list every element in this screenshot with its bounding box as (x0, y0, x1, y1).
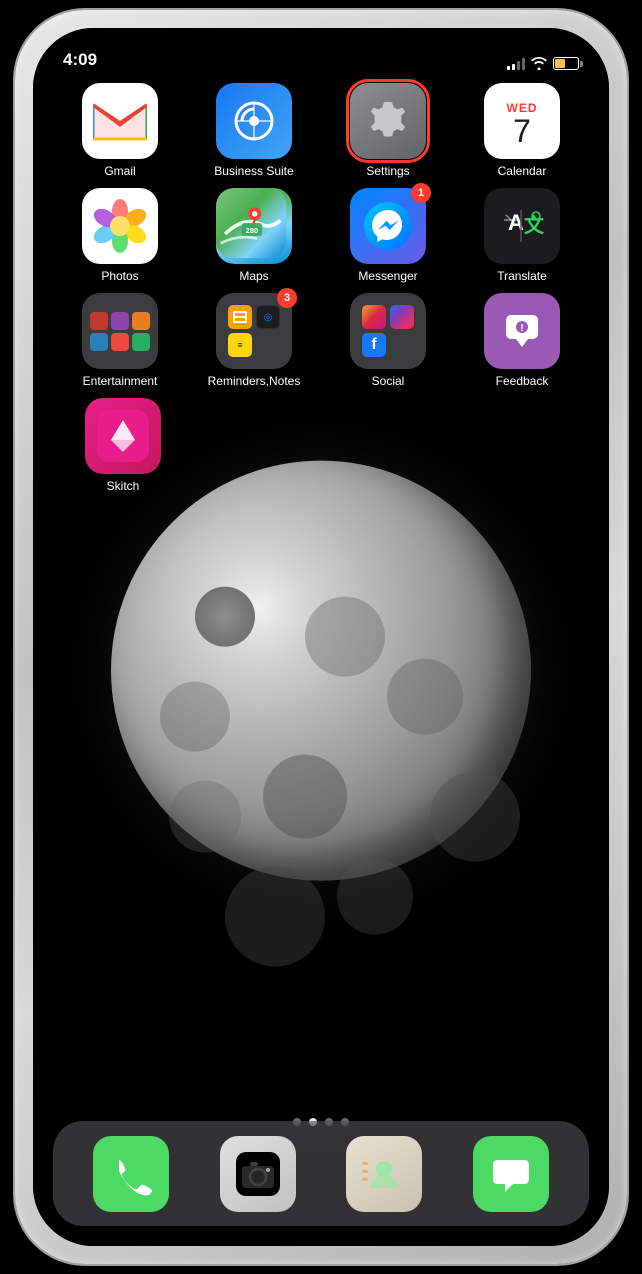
app-row-4: Skitch (53, 398, 589, 493)
dock-item-contacts[interactable] (346, 1136, 422, 1212)
dock (53, 1121, 589, 1226)
app-item-translate[interactable]: A 文 Translate (462, 188, 582, 283)
app-item-settings[interactable]: Settings (328, 83, 448, 178)
notch (241, 28, 401, 56)
calendar-day-num: 7 (513, 115, 531, 147)
wifi-icon (531, 57, 547, 70)
svg-text:!: ! (520, 323, 523, 334)
app-item-social[interactable]: f Social (328, 293, 448, 388)
phone-outer: 4:09 (15, 10, 627, 1264)
app-item-business-suite[interactable]: Business Suite (194, 83, 314, 178)
wallpaper: 4:09 (33, 28, 609, 1246)
app-item-messenger[interactable]: 1 (328, 188, 448, 283)
app-label-maps: Maps (239, 269, 268, 283)
messenger-badge: 1 (411, 183, 431, 203)
app-item-maps[interactable]: 280 Maps (194, 188, 314, 283)
app-label-entertainment: Entertainment (83, 374, 158, 388)
app-label-messenger: Messenger (358, 269, 417, 283)
app-row-1: Gmail (53, 83, 589, 178)
dock-item-messages[interactable] (473, 1136, 549, 1212)
app-label-gmail: Gmail (104, 164, 135, 178)
app-grid: Gmail (33, 83, 609, 503)
app-label-settings: Settings (366, 164, 409, 178)
reminders-badge: 3 (277, 288, 297, 308)
app-label-reminders-notes: Reminders,Notes (208, 374, 301, 388)
app-item-feedback[interactable]: ! Feedback (462, 293, 582, 388)
app-item-reminders-notes[interactable]: 3 ◎ (194, 293, 314, 388)
status-icons (507, 57, 579, 70)
app-item-gmail[interactable]: Gmail (60, 83, 180, 178)
battery-fill (555, 59, 565, 68)
signal-bars-icon (507, 58, 525, 70)
app-item-calendar[interactable]: WED 7 Calendar (462, 83, 582, 178)
app-item-photos[interactable]: Photos (60, 188, 180, 283)
app-item-skitch[interactable]: Skitch (63, 398, 183, 493)
app-label-feedback: Feedback (496, 374, 549, 388)
app-label-calendar: Calendar (498, 164, 547, 178)
app-label-business-suite: Business Suite (214, 164, 293, 178)
app-row-2: Photos (53, 188, 589, 283)
dock-item-phone[interactable] (93, 1136, 169, 1212)
moon (111, 461, 531, 881)
phone-inner: 4:09 (33, 28, 609, 1246)
settings-highlight-ring (346, 79, 430, 163)
app-row-3: Entertainment 3 (53, 293, 589, 388)
svg-text:280: 280 (246, 226, 258, 235)
app-label-skitch: Skitch (107, 479, 140, 493)
dock-item-camera[interactable] (220, 1136, 296, 1212)
svg-text:文: 文 (524, 213, 545, 237)
app-label-translate: Translate (497, 269, 547, 283)
battery-icon (553, 57, 579, 70)
app-item-entertainment[interactable]: Entertainment (60, 293, 180, 388)
app-label-social: Social (372, 374, 405, 388)
app-label-photos: Photos (101, 269, 138, 283)
